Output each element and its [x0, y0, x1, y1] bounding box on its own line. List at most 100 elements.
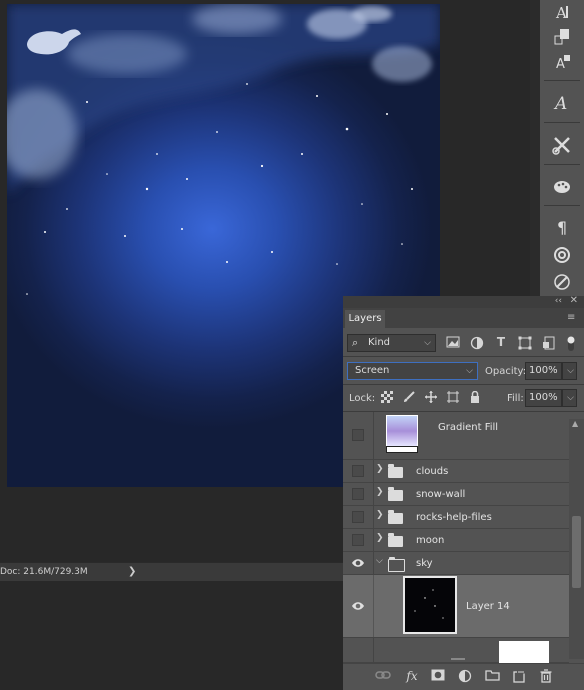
layer-row-clouds[interactable]: ❯ clouds — [343, 460, 569, 483]
svg-text:A: A — [556, 57, 565, 72]
doc-size-text: Doc: 21.6M/729.3M — [0, 567, 88, 577]
status-menu-arrow[interactable]: ❯ — [128, 566, 136, 577]
layer-row-layer-14[interactable]: Layer 14 — [343, 575, 569, 638]
libraries-icon[interactable] — [552, 245, 572, 265]
opacity-dropdown-button[interactable]: ⌵ — [562, 362, 577, 380]
opacity-input[interactable]: 100% — [525, 362, 562, 380]
lock-all-icon[interactable] — [468, 390, 482, 406]
scroll-up-arrow[interactable]: ▲ — [572, 419, 578, 428]
opacity-label: Opacity: — [485, 366, 527, 377]
chevron-down-icon[interactable]: ⌵ — [376, 556, 383, 566]
folder-icon — [388, 487, 403, 501]
filter-toggle-switch[interactable] — [566, 335, 576, 353]
svg-text:A: A — [555, 4, 567, 22]
lock-artboard-icon[interactable] — [446, 391, 460, 406]
filter-type-icon[interactable]: T — [493, 335, 509, 349]
lock-position-icon[interactable] — [424, 391, 438, 406]
layer-row-rocks-help-files[interactable]: ❯ rocks-help-files — [343, 506, 569, 529]
filter-shape-icon[interactable] — [517, 336, 533, 353]
visibility-toggle[interactable] — [352, 534, 364, 546]
new-layer-icon[interactable] — [511, 669, 527, 686]
svg-text:¶: ¶ — [557, 218, 567, 236]
lock-transparent-icon[interactable] — [380, 391, 394, 406]
svg-text:A: A — [553, 94, 567, 112]
blend-mode-value: Screen — [355, 365, 390, 376]
adjustments-icon[interactable] — [552, 272, 572, 292]
opacity-value: 100% — [529, 365, 558, 376]
adjustment-icon[interactable] — [457, 669, 473, 686]
layers-panel: ‹‹ ✕ Layers ≡ ⌕ Kind ⌵ T Screen ⌵ Opacit… — [343, 295, 584, 690]
fill-input[interactable]: 100% — [525, 389, 562, 407]
paragraph-styles-icon[interactable] — [552, 27, 572, 47]
layers-footer-toolbar: fx — [343, 663, 584, 690]
layer-row-sky[interactable]: ⌵ sky — [343, 552, 569, 575]
chevron-right-icon[interactable]: ❯ — [376, 510, 384, 520]
gradient-bar — [386, 446, 418, 453]
chevron-down-icon: ⌵ — [567, 393, 574, 403]
layer-name: Layer 14 — [466, 601, 510, 612]
paragraph-icon[interactable]: ¶ — [552, 216, 572, 237]
search-icon: ⌕ — [352, 336, 359, 349]
layers-scrollbar[interactable]: ▲ — [569, 419, 584, 659]
folder-open-icon — [388, 557, 405, 572]
panel-dock-gutter — [530, 0, 540, 300]
trash-icon[interactable] — [538, 669, 554, 686]
chevron-right-icon[interactable]: ❯ — [376, 533, 384, 543]
panel-dock: A A A ¶ — [540, 0, 584, 300]
character-icon[interactable]: A — [552, 2, 572, 22]
filter-smart-object-icon[interactable] — [541, 336, 557, 353]
filter-pixel-icon[interactable] — [445, 336, 461, 351]
visibility-toggle[interactable] — [352, 465, 364, 477]
layer-name: clouds — [416, 466, 449, 477]
visibility-toggle[interactable] — [352, 511, 364, 523]
collapse-panel-button[interactable]: ‹‹ — [555, 296, 562, 306]
layer-row-partial[interactable] — [343, 638, 569, 663]
chevron-down-icon: ⌵ — [567, 366, 574, 376]
chevron-right-icon[interactable]: ❯ — [376, 464, 384, 474]
fill-label: Fill: — [507, 393, 524, 404]
layer-name: snow-wall — [416, 489, 466, 500]
layer-name: sky — [416, 558, 433, 569]
folder-icon — [388, 510, 403, 524]
fx-icon[interactable]: fx — [404, 669, 420, 683]
layer-name: Gradient Fill — [438, 422, 499, 433]
eye-icon[interactable] — [351, 556, 365, 570]
visibility-toggle[interactable] — [352, 429, 364, 441]
mask-icon[interactable] — [430, 669, 446, 684]
glyphs-icon[interactable]: A — [552, 92, 572, 114]
fill-value: 100% — [529, 392, 558, 403]
layer-mask-thumbnail — [499, 641, 549, 663]
layer-name: moon — [416, 535, 445, 546]
link-icon[interactable] — [375, 669, 391, 684]
layer-row-snow-wall[interactable]: ❯ snow-wall — [343, 483, 569, 506]
brush-presets-icon[interactable] — [552, 176, 572, 196]
layer-row-gradient-fill[interactable]: Gradient Fill — [343, 412, 569, 460]
status-bar: Doc: 21.6M/729.3M ❯ — [0, 562, 343, 581]
layer-row-moon[interactable]: ❯ moon — [343, 529, 569, 552]
panel-title-bar: ‹‹ ✕ — [343, 295, 584, 308]
character-styles-icon[interactable]: A — [552, 53, 572, 73]
visibility-toggle[interactable] — [352, 488, 364, 500]
chevron-right-icon[interactable]: ❯ — [376, 487, 384, 497]
chevron-down-icon: ⌵ — [466, 366, 473, 376]
folder-icon — [388, 533, 403, 547]
lock-label: Lock: — [349, 393, 376, 404]
scrollbar-thumb[interactable] — [572, 516, 581, 588]
layer-thumbnail — [403, 576, 457, 634]
eye-icon[interactable] — [351, 599, 365, 613]
gradient-fill-thumbnail — [386, 415, 418, 447]
tab-layers[interactable]: Layers — [345, 310, 385, 328]
tools-icon[interactable] — [552, 135, 572, 155]
filter-adjustment-icon[interactable] — [469, 336, 485, 353]
panel-tab-row: Layers ≡ — [343, 308, 584, 328]
folder-icon[interactable] — [484, 669, 500, 684]
chevron-down-icon: ⌵ — [424, 338, 431, 348]
filter-kind-label: Kind — [368, 337, 391, 348]
folder-icon — [388, 464, 403, 478]
fill-dropdown-button[interactable]: ⌵ — [562, 389, 577, 407]
panel-menu-icon[interactable]: ≡ — [567, 312, 577, 323]
filter-kind-dropdown[interactable]: ⌕ Kind ⌵ — [347, 334, 436, 352]
lock-image-brush-icon[interactable] — [402, 391, 416, 406]
blend-mode-dropdown[interactable]: Screen ⌵ — [347, 362, 478, 380]
close-panel-button[interactable]: ✕ — [570, 295, 578, 306]
